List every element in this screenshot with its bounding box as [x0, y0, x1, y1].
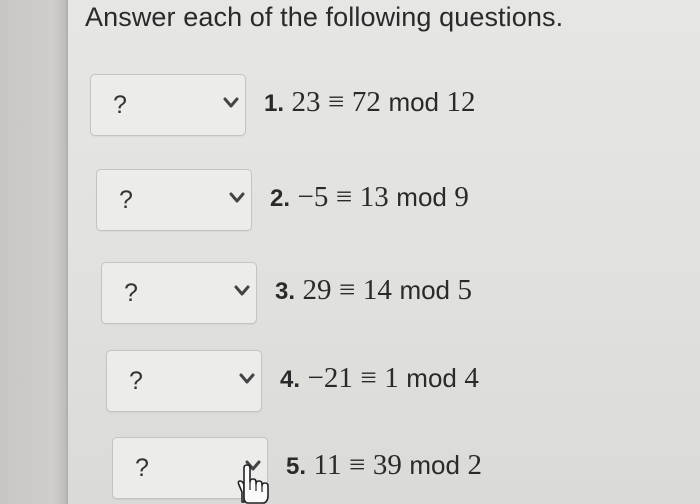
- congruence-symbol: ≡: [339, 274, 356, 306]
- question-number: 4.: [280, 366, 301, 393]
- answer-dropdown-3[interactable]: ?: [101, 262, 257, 324]
- dropdown-value: ?: [119, 186, 133, 214]
- left-sidebar-strip: [0, 0, 66, 504]
- chevron-down-icon: [223, 97, 239, 108]
- rhs-value: 72: [351, 86, 381, 118]
- question-number: 1.: [264, 90, 285, 117]
- mod-label: mod: [409, 450, 460, 480]
- congruence-symbol: ≡: [328, 86, 345, 118]
- mod-label: mod: [406, 363, 457, 393]
- mod-label: mod: [388, 87, 440, 117]
- dropdown-value: ?: [129, 367, 143, 395]
- answer-dropdown-1[interactable]: ?: [90, 74, 246, 136]
- question-expression-1: 1. 23 ≡ 72 mod 12: [264, 86, 476, 119]
- congruence-symbol: ≡: [360, 362, 377, 394]
- chevron-down-icon: [239, 373, 255, 384]
- question-expression-2: 2. −5 ≡ 13 mod 9: [270, 181, 469, 214]
- answer-dropdown-4[interactable]: ?: [106, 350, 262, 412]
- question-expression-3: 3. 29 ≡ 14 mod 5: [275, 274, 472, 307]
- mod-label: mod: [399, 275, 451, 305]
- mod-label: mod: [396, 182, 447, 212]
- dropdown-value: ?: [135, 454, 149, 482]
- rhs-value: 1: [384, 362, 399, 394]
- modulus-value: 12: [446, 86, 476, 118]
- question-expression-4: 4. −21 ≡ 1 mod 4: [280, 362, 479, 395]
- modulus-value: 9: [454, 181, 469, 213]
- rhs-value: 14: [362, 274, 392, 306]
- modulus-value: 4: [464, 362, 479, 394]
- lhs-value: 29: [302, 274, 332, 306]
- lhs-value: −21: [307, 362, 353, 394]
- modulus-value: 5: [457, 274, 473, 306]
- instructions-heading: Answer each of the following questions.: [85, 2, 564, 32]
- lhs-value: 11: [313, 449, 342, 481]
- question-number: 3.: [275, 278, 296, 305]
- question-row-5: ? 5. 11 ≡ 39 mod 2: [112, 437, 582, 501]
- rhs-value: 13: [359, 181, 389, 213]
- hand-pointer-icon: [237, 464, 269, 504]
- modulus-value: 2: [467, 449, 482, 481]
- dropdown-value: ?: [113, 91, 127, 119]
- chevron-down-icon: [229, 192, 245, 203]
- question-row-4: ? 4. −21 ≡ 1 mod 4: [106, 350, 576, 414]
- lhs-value: −5: [297, 181, 329, 213]
- question-row-3: ? 3. 29 ≡ 14 mod 5: [101, 262, 571, 326]
- question-row-1: ? 1. 23 ≡ 72 mod 12: [90, 74, 560, 138]
- chevron-down-icon: [234, 285, 250, 296]
- answer-dropdown-2[interactable]: ?: [96, 169, 252, 231]
- rhs-value: 39: [372, 449, 402, 481]
- question-row-2: ? 2. −5 ≡ 13 mod 9: [96, 169, 566, 233]
- question-expression-5: 5. 11 ≡ 39 mod 2: [286, 449, 482, 482]
- question-number: 2.: [270, 185, 291, 212]
- congruence-symbol: ≡: [348, 449, 366, 481]
- congruence-symbol: ≡: [335, 181, 353, 213]
- dropdown-value: ?: [124, 279, 138, 307]
- question-number: 5.: [286, 453, 307, 480]
- lhs-value: 23: [291, 86, 321, 118]
